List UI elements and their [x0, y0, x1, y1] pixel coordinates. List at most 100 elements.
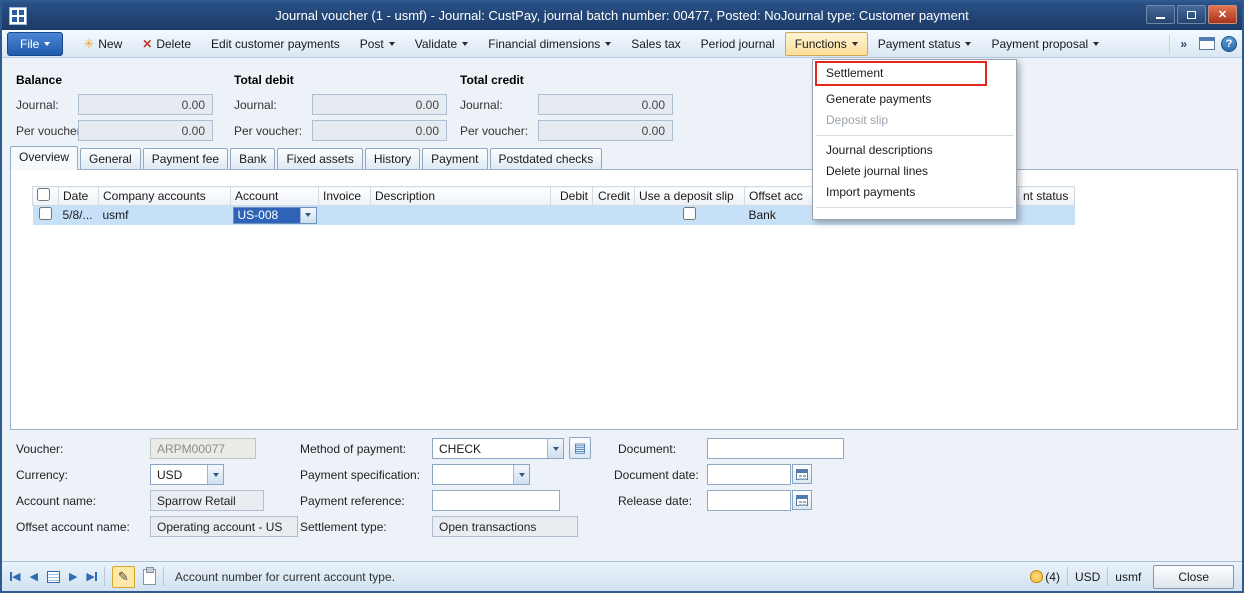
grid-view-icon[interactable]: [47, 571, 60, 583]
sales-tax-button[interactable]: Sales tax: [621, 32, 690, 56]
cell-debit[interactable]: [551, 206, 593, 225]
cell-company-accounts[interactable]: usmf: [99, 206, 231, 225]
edit-record-button[interactable]: ✎: [112, 566, 135, 588]
column-header-date[interactable]: Date: [59, 187, 99, 206]
chevron-down-icon[interactable]: [207, 465, 223, 484]
payment-reference-field[interactable]: [432, 490, 560, 511]
tab-payment[interactable]: Payment: [422, 148, 487, 170]
cell-date[interactable]: 5/8/...: [59, 206, 99, 225]
statusbar-separator: [163, 567, 164, 586]
cell-payment-status[interactable]: [1019, 206, 1075, 225]
column-header-debit[interactable]: Debit: [551, 187, 593, 206]
tab-bank[interactable]: Bank: [230, 148, 275, 170]
column-header-use-a-deposit-slip[interactable]: Use a deposit slip: [635, 187, 745, 206]
new-button[interactable]: ✳ New: [73, 31, 132, 57]
column-header-account[interactable]: Account: [231, 187, 319, 206]
column-header-credit[interactable]: Credit: [593, 187, 635, 206]
offset-account-name-label: Offset account name:: [16, 520, 130, 534]
settlement-type-label: Settlement type:: [300, 520, 387, 534]
delete-button[interactable]: ✕ Delete: [132, 32, 201, 56]
file-menu-button[interactable]: File: [7, 32, 63, 56]
maximize-button[interactable]: [1177, 5, 1206, 24]
minimize-button[interactable]: [1146, 5, 1175, 24]
menu-item-generate-payments[interactable]: Generate payments: [814, 89, 1015, 110]
post-menu-button[interactable]: Post: [350, 32, 405, 56]
edit-customer-payments-button[interactable]: Edit customer payments: [201, 32, 350, 56]
toolbar-overflow-button[interactable]: »: [1174, 35, 1193, 53]
last-record-button[interactable]: ▶: [86, 570, 96, 583]
payment-specification-combo[interactable]: [432, 464, 530, 485]
debit-journal-label: Journal:: [234, 98, 277, 112]
document-field[interactable]: [707, 438, 844, 459]
pencil-icon: ✎: [118, 569, 129, 585]
column-header-payment-status[interactable]: nt status: [1019, 187, 1075, 206]
tab-history[interactable]: History: [365, 148, 420, 170]
account-cell-value: US-008: [234, 208, 300, 223]
tab-general[interactable]: General: [80, 148, 141, 170]
cell-invoice[interactable]: [319, 206, 371, 225]
tab-payment-fee[interactable]: Payment fee: [143, 148, 228, 170]
close-window-button[interactable]: ✕: [1208, 5, 1237, 24]
column-header-invoice[interactable]: Invoice: [319, 187, 371, 206]
select-all-checkbox[interactable]: [37, 188, 50, 201]
release-date-label: Release date:: [618, 494, 692, 508]
document-date-label: Document date:: [614, 468, 699, 482]
currency-combo[interactable]: USD: [150, 464, 224, 485]
menu-item-import-payments[interactable]: Import payments: [814, 182, 1015, 203]
method-of-payment-combo[interactable]: CHECK: [432, 438, 564, 459]
account-cell-combo[interactable]: US-008: [233, 207, 317, 224]
previous-record-button[interactable]: ◀: [29, 570, 37, 583]
account-name-field: Sparrow Retail: [150, 490, 264, 511]
financial-dimensions-menu-button[interactable]: Financial dimensions: [478, 32, 621, 56]
cell-credit[interactable]: [593, 206, 635, 225]
menu-item-delete-journal-lines[interactable]: Delete journal lines: [814, 161, 1015, 182]
functions-menu-button[interactable]: Functions: [785, 32, 868, 56]
alerts-count[interactable]: (4): [1045, 570, 1060, 584]
release-date-field[interactable]: [707, 490, 791, 511]
balance-journal-label: Journal:: [16, 98, 59, 112]
chevron-down-icon[interactable]: [547, 439, 563, 458]
menu-item-journal-descriptions[interactable]: Journal descriptions: [814, 140, 1015, 161]
paste-icon[interactable]: [143, 569, 156, 585]
menu-item-settlement[interactable]: Settlement: [814, 63, 1015, 84]
use-deposit-slip-checkbox[interactable]: [683, 207, 696, 220]
toolbar: File ✳ New ✕ Delete Edit customer paymen…: [2, 30, 1242, 58]
row-select-checkbox[interactable]: [39, 207, 52, 220]
layout-icon[interactable]: [1199, 37, 1215, 50]
tab-postdated-checks[interactable]: Postdated checks: [490, 148, 603, 170]
validate-menu-button[interactable]: Validate: [405, 32, 478, 56]
alerts-bell-icon[interactable]: [1030, 570, 1043, 583]
chevron-down-icon[interactable]: [300, 208, 316, 223]
column-header-description[interactable]: Description: [371, 187, 551, 206]
tab-overview[interactable]: Overview: [10, 146, 78, 170]
chevron-down-icon: [462, 42, 468, 46]
payment-proposal-menu-button[interactable]: Payment proposal: [981, 32, 1109, 56]
document-date-calendar-button[interactable]: [792, 464, 812, 484]
cell-description[interactable]: [371, 206, 551, 225]
close-button[interactable]: Close: [1153, 565, 1234, 589]
debit-journal-field: 0.00: [312, 94, 447, 115]
menu-separator: [816, 135, 1013, 136]
tab-strip: Overview General Payment fee Bank Fixed …: [10, 148, 604, 170]
tab-fixed-assets[interactable]: Fixed assets: [277, 148, 362, 170]
next-record-button[interactable]: ▶: [69, 570, 77, 583]
column-header-company-accounts[interactable]: Company accounts: [99, 187, 231, 206]
document-date-field[interactable]: [707, 464, 791, 485]
total-debit-heading: Total debit: [234, 73, 294, 87]
statusbar-company[interactable]: usmf: [1115, 570, 1141, 584]
total-credit-heading: Total credit: [460, 73, 524, 87]
first-record-button[interactable]: ◀: [10, 570, 20, 583]
period-journal-button[interactable]: Period journal: [691, 32, 785, 56]
method-of-payment-lookup-button[interactable]: ▤: [569, 437, 591, 459]
calendar-icon: [796, 495, 808, 506]
currency-label: Currency:: [16, 468, 68, 482]
payment-status-menu-button[interactable]: Payment status: [868, 32, 982, 56]
calendar-icon: [796, 469, 808, 480]
chevron-down-icon: [965, 42, 971, 46]
chevron-down-icon: [605, 42, 611, 46]
chevron-down-icon[interactable]: [513, 465, 529, 484]
release-date-calendar-button[interactable]: [792, 490, 812, 510]
help-icon[interactable]: ?: [1221, 36, 1237, 52]
chevron-down-icon: [852, 42, 858, 46]
new-icon: ✳: [83, 36, 94, 52]
